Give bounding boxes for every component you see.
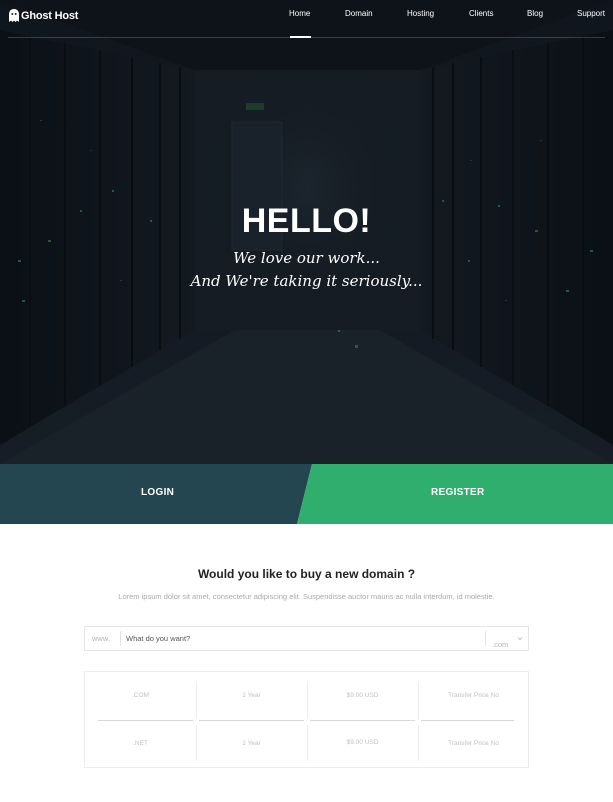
table-row-divider — [421, 720, 514, 721]
tld-selected-value: .com — [492, 640, 509, 649]
hero-section: Ghost Host Home Domain Hosting Clients B… — [0, 0, 613, 464]
top-navbar: Ghost Host Home Domain Hosting Clients B… — [0, 0, 613, 38]
nav-clients-link[interactable]: Clients — [469, 9, 493, 18]
table-cell-period: 1 Year — [242, 740, 261, 747]
brand-logo[interactable]: Ghost Host — [8, 7, 78, 25]
hero-subtitle-line1: We love our work... — [233, 249, 380, 267]
domain-section-title: Would you like to buy a new domain ? — [197, 567, 416, 581]
table-cell-tld: .COM — [132, 692, 149, 699]
nav-support-link[interactable]: Support — [577, 9, 605, 18]
table-cell-tld: .NET — [133, 740, 148, 747]
table-cell-transfer: Transfer Price No — [448, 740, 499, 747]
table-column-divider — [418, 682, 419, 719]
search-prefix: www. — [92, 634, 110, 643]
table-cell-transfer: Transfer Price No — [448, 692, 499, 699]
search-divider — [485, 631, 486, 646]
search-divider — [120, 631, 121, 646]
table-cell-period: 1 Year — [242, 692, 261, 699]
register-label: REGISTER — [431, 487, 485, 498]
domain-section-description: Lorem ipsum dolor sit amet, consectetur … — [118, 592, 495, 601]
login-label: LOGIN — [141, 487, 175, 498]
register-button[interactable]: REGISTER — [297, 464, 613, 524]
nav-hosting-link[interactable]: Hosting — [407, 9, 434, 18]
table-row-divider — [98, 720, 193, 721]
brand-name: Ghost Host — [21, 10, 79, 22]
auth-band: LOGIN REGISTER — [0, 464, 613, 524]
table-cell-price: $9.00 USD — [346, 692, 379, 699]
hero-title: HELLO! — [241, 202, 372, 240]
domain-search-input[interactable] — [126, 631, 481, 646]
table-cell-price: $9.00 USD — [346, 739, 379, 746]
login-button[interactable]: LOGIN — [0, 464, 312, 524]
domain-search-bar: www. .com — [84, 626, 529, 651]
table-row-divider — [199, 720, 304, 721]
table-column-divider — [307, 682, 308, 719]
nav-domain-link[interactable]: Domain — [345, 9, 373, 18]
table-column-divider — [196, 682, 197, 719]
nav-blog-link[interactable]: Blog — [527, 9, 543, 18]
nav-home-link[interactable]: Home — [289, 9, 310, 18]
hero-subtitle-line2: And We're taking it seriously... — [190, 272, 423, 290]
nav-divider — [8, 37, 605, 38]
ghost-icon — [9, 9, 19, 22]
chevron-down-icon — [517, 637, 523, 641]
table-row-divider — [310, 720, 415, 721]
domain-price-table: .COM 1 Year $9.00 USD Transfer Price No … — [84, 671, 529, 768]
tld-select[interactable]: .com — [492, 634, 524, 649]
